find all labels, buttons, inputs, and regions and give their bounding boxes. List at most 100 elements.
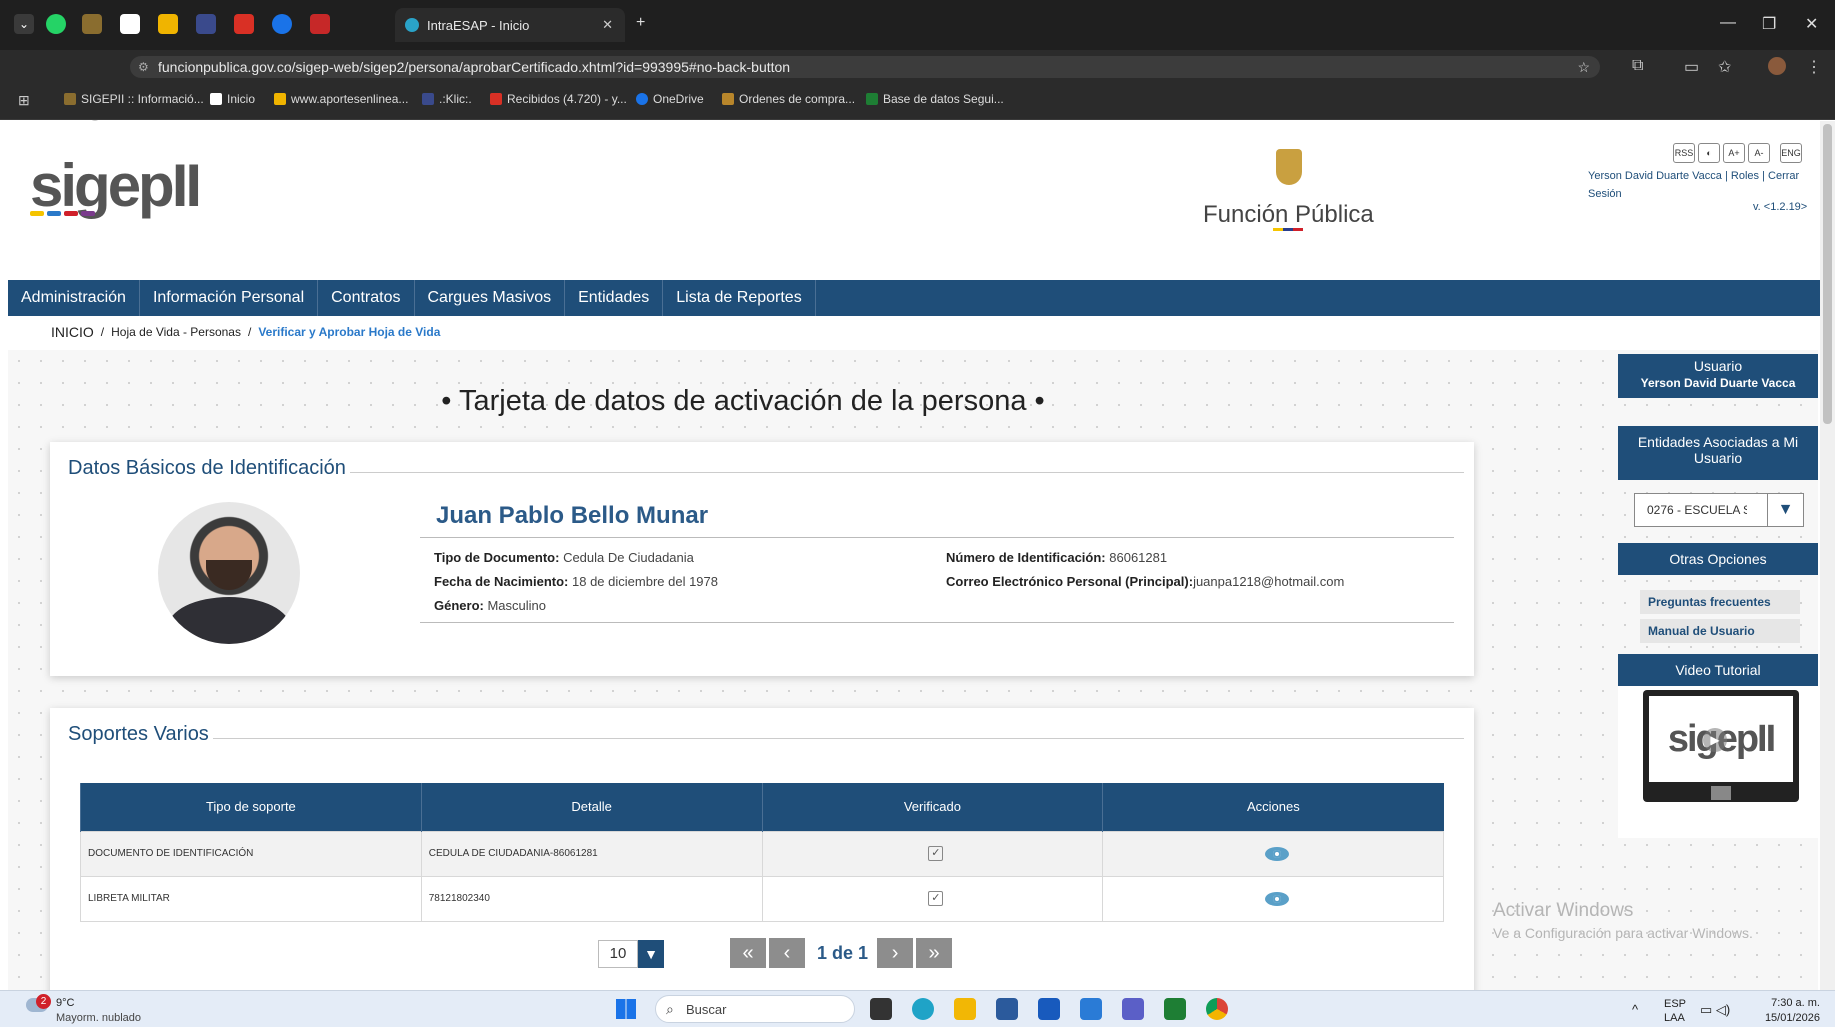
previous-page-icon[interactable]: ‹ — [769, 938, 805, 968]
scissors-tab-icon[interactable] — [310, 14, 330, 34]
close-tab-icon[interactable]: ✕ — [602, 17, 613, 33]
favorites-icon[interactable]: ✩ — [1718, 57, 1731, 77]
onedrive-tab-icon[interactable] — [272, 14, 292, 34]
chevron-down-icon[interactable]: ▼ — [1767, 494, 1803, 526]
sigep-logo[interactable]: sigepII — [30, 151, 202, 220]
faq-link[interactable]: Preguntas frecuentes — [1640, 590, 1800, 614]
birth-date-field: Fecha de Nacimiento: 18 de diciembre del… — [434, 574, 718, 589]
weather-desc[interactable]: Mayorm. nublado — [56, 1012, 141, 1024]
tab-list-icon[interactable]: ⌄ — [14, 14, 34, 34]
scrollbar-thumb[interactable] — [1823, 124, 1832, 424]
aportes-tab-icon[interactable] — [158, 14, 178, 34]
column-header[interactable]: Tipo de soporte — [80, 783, 422, 831]
version-label: v. <1.2.19> — [1753, 201, 1808, 213]
outlook-icon[interactable] — [1080, 998, 1102, 1020]
bookmark-aportes[interactable]: www.aportesenlinea... — [274, 92, 408, 106]
whatsapp-tab-icon[interactable] — [46, 14, 66, 34]
roles-link[interactable]: Roles — [1731, 170, 1759, 182]
first-page-icon[interactable]: « — [730, 938, 766, 968]
font-decrease-button[interactable]: A- — [1748, 143, 1770, 163]
bookmark-base-datos[interactable]: Base de datos Segui... — [866, 92, 1004, 106]
menu-cargues-masivos[interactable]: Cargues Masivos — [415, 280, 566, 316]
word-icon[interactable] — [1038, 998, 1060, 1020]
search-icon: ⌕ — [666, 1000, 674, 1017]
font-increase-button[interactable]: A+ — [1723, 143, 1745, 163]
entity-selected-value: 0276 - ESCUELA S — [1647, 503, 1747, 517]
page-size-value: 10 — [598, 940, 638, 968]
weather-temp[interactable]: 9°C — [56, 997, 74, 1009]
menu-informacion-personal[interactable]: Información Personal — [140, 280, 319, 316]
breadcrumb-hoja-vida[interactable]: Hoja de Vida - Personas — [111, 325, 241, 339]
close-window-icon[interactable]: ✕ — [1805, 14, 1818, 34]
view-eye-icon[interactable] — [1264, 891, 1289, 906]
taskbar-search[interactable]: ⌕ Buscar — [655, 995, 855, 1023]
support-detail-cell: CEDULA DE CIUDADANIA-86061281 — [420, 830, 763, 877]
bookmark-sigep[interactable]: SIGEPII :: Informació... — [64, 92, 204, 106]
active-tab[interactable]: IntraESAP - Inicio ✕ — [395, 8, 625, 42]
restore-icon[interactable]: ❐ — [1762, 14, 1776, 34]
table-row: LIBRETA MILITAR 78121802340 ✓ — [80, 875, 1444, 922]
name-divider — [420, 537, 1454, 538]
language-esp[interactable]: ESP — [1664, 998, 1686, 1010]
chrome-icon[interactable] — [1206, 998, 1228, 1020]
column-header[interactable]: Verificado — [761, 783, 1103, 831]
edge-icon[interactable] — [912, 998, 934, 1020]
language-laa[interactable]: LAA — [1664, 1012, 1685, 1024]
menu-entidades[interactable]: Entidades — [565, 280, 664, 316]
page-size-select[interactable]: 10 ▼ — [598, 940, 664, 968]
next-page-icon[interactable]: › — [877, 938, 914, 968]
column-header[interactable]: Detalle — [420, 783, 762, 831]
minimize-icon[interactable]: — — [1720, 14, 1736, 32]
column-header[interactable]: Acciones — [1102, 783, 1444, 831]
sidepanel-icon[interactable]: ▭ — [1684, 57, 1699, 77]
supports-table: Tipo de soporte Detalle Verificado Accio… — [80, 783, 1444, 922]
verified-checkbox[interactable]: ✓ — [928, 891, 944, 906]
bookmark-gmail[interactable]: Recibidos (4.720) - y... — [490, 92, 627, 106]
gmail-tab-icon[interactable] — [234, 14, 254, 34]
bookmark-klic[interactable]: .:Klic:. — [422, 92, 472, 106]
windows-start-icon[interactable] — [616, 999, 636, 1019]
site-info-icon[interactable]: ⚙ — [138, 60, 149, 74]
view-eye-icon[interactable] — [1264, 846, 1289, 861]
url-text: funcionpublica.gov.co/sigep-web/sigep2/p… — [158, 59, 791, 75]
store-icon[interactable] — [996, 998, 1018, 1020]
menu-administracion[interactable]: Administración — [8, 280, 140, 316]
extensions-icon[interactable]: ⧉ — [1632, 57, 1643, 75]
last-page-icon[interactable]: » — [916, 938, 953, 968]
task-view-icon[interactable] — [870, 998, 892, 1020]
verified-checkbox[interactable]: ✓ — [928, 846, 944, 861]
blank-tab-icon[interactable] — [120, 14, 140, 34]
tray-chevron-icon[interactable]: ^ — [1632, 1002, 1638, 1017]
sigep-tab-icon[interactable] — [82, 14, 102, 34]
bookmark-onedrive[interactable]: OneDrive — [636, 92, 704, 106]
clock-date[interactable]: 15/01/2026 — [1752, 1012, 1820, 1024]
url-field[interactable]: ⚙ funcionpublica.gov.co/sigep-web/sigep2… — [130, 56, 1600, 78]
person-name: Juan Pablo Bello Munar — [436, 502, 709, 529]
breadcrumb-home[interactable]: INICIO — [51, 324, 94, 340]
header-user-name[interactable]: Yerson David Duarte Vacca — [1588, 170, 1722, 182]
person-photo — [158, 502, 300, 644]
clock-time[interactable]: 7:30 a. m. — [1764, 997, 1820, 1009]
teams-icon[interactable] — [1122, 998, 1144, 1020]
chevron-down-icon[interactable]: ▼ — [638, 940, 664, 968]
colombia-shield-icon — [1276, 149, 1302, 185]
profile-avatar[interactable] — [1768, 57, 1786, 75]
menu-kebab-icon[interactable]: ⋮ — [1806, 57, 1822, 77]
english-button[interactable]: ENG — [1780, 143, 1802, 163]
klic-tab-icon[interactable] — [196, 14, 216, 34]
bookmark-inicio[interactable]: Inicio — [210, 92, 255, 106]
network-volume-icon[interactable]: ▭ ◁) — [1700, 1002, 1730, 1018]
entity-select[interactable]: 0276 - ESCUELA S ▼ — [1634, 493, 1804, 527]
menu-contratos[interactable]: Contratos — [318, 280, 415, 316]
excel-icon[interactable] — [1164, 998, 1186, 1020]
rss-icon[interactable]: RSS — [1673, 143, 1695, 163]
user-manual-link[interactable]: Manual de Usuario — [1640, 619, 1800, 643]
file-explorer-icon[interactable] — [954, 998, 976, 1020]
bookmark-ordenes[interactable]: Ordenes de compra... — [722, 92, 855, 106]
new-tab-icon[interactable]: + — [636, 14, 645, 32]
play-icon[interactable]: ▶ — [1703, 728, 1727, 752]
contrast-icon[interactable]: ◐ — [1698, 143, 1720, 163]
apps-grid-icon[interactable]: ⊞ — [18, 92, 30, 109]
star-icon[interactable]: ☆ — [1577, 59, 1590, 76]
menu-lista-reportes[interactable]: Lista de Reportes — [663, 280, 816, 316]
